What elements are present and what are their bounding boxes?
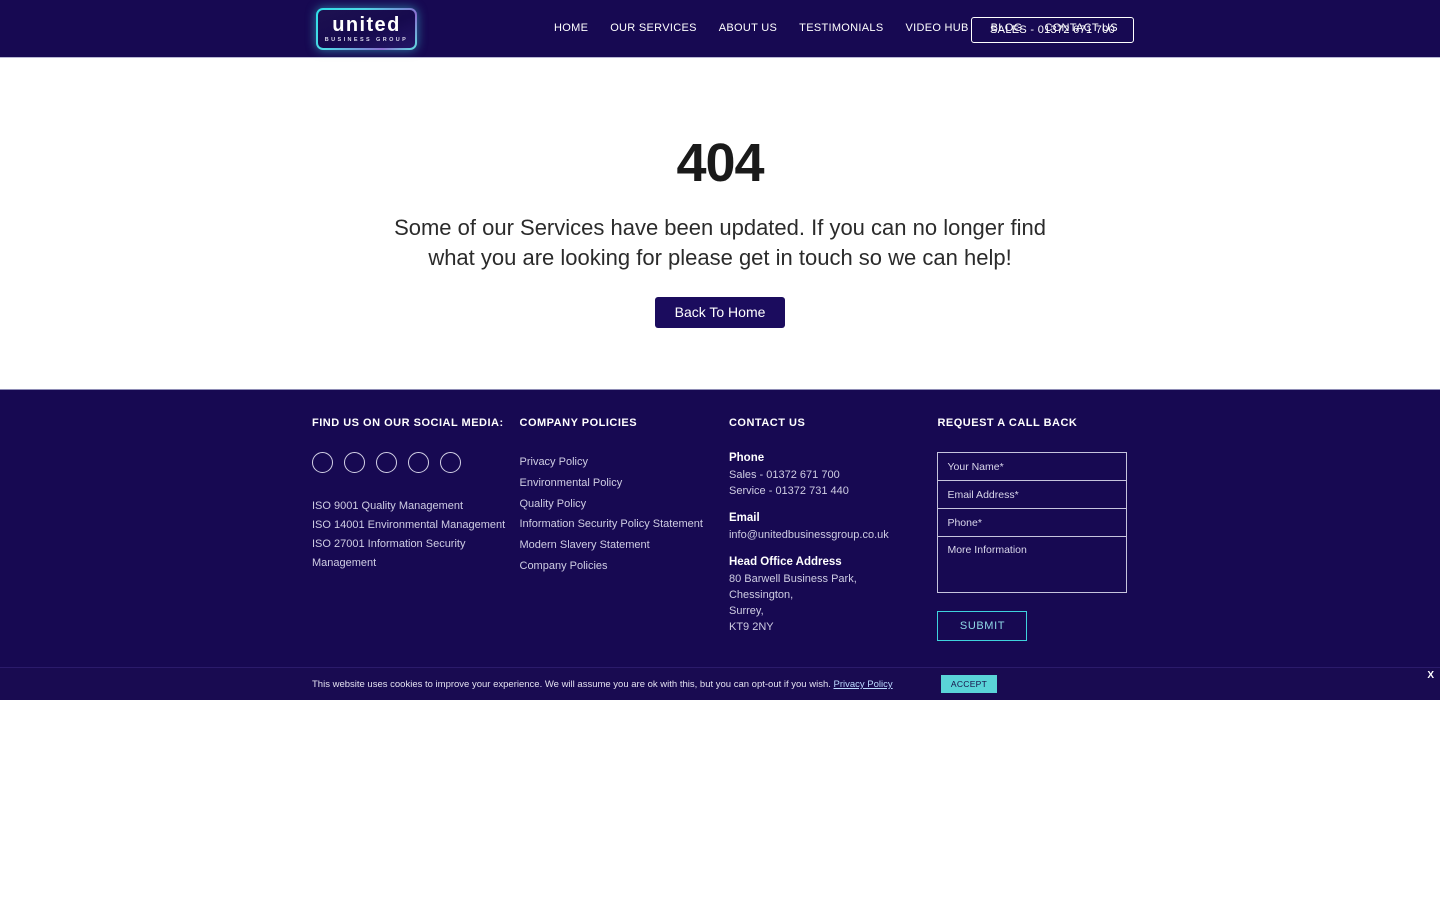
- email-address[interactable]: info@unitedbusinessgroup.co.uk: [729, 527, 937, 543]
- twitter-icon[interactable]: [344, 452, 365, 473]
- phone-label: Phone: [728, 452, 765, 464]
- instagram-icon[interactable]: [408, 452, 429, 473]
- policy-link-modern-slavery[interactable]: Modern Slavery Statement: [520, 535, 729, 556]
- logo-wordmark: united: [332, 13, 401, 36]
- footer-column-policies: COMPANY POLICIES Privacy Policy Environm…: [520, 417, 729, 641]
- cookie-accept-button[interactable]: ACCEPT: [941, 675, 997, 693]
- youtube-icon[interactable]: [440, 452, 461, 473]
- error-message-line1: Some of our Services have been updated. …: [394, 215, 1046, 241]
- more-information-field[interactable]: [937, 536, 1128, 593]
- cookie-message: This website uses cookies to improve you…: [312, 679, 893, 691]
- linkedin-icon[interactable]: [376, 452, 397, 473]
- policy-link-environmental[interactable]: Environmental Policy: [520, 473, 729, 494]
- facebook-icon[interactable]: [312, 452, 333, 473]
- footer-columns: FIND US ON OUR SOCIAL MEDIA: ISO 9001 Qu…: [312, 417, 1132, 641]
- footer-column-callback: REQUEST A CALL BACK SUBMIT: [937, 417, 1132, 641]
- cookie-privacy-policy-link[interactable]: Privacy Policy: [834, 679, 893, 690]
- email-field[interactable]: [937, 480, 1128, 509]
- iso-certification-list: ISO 9001 Quality Management ISO 14001 En…: [312, 497, 520, 573]
- iso-item-14001: ISO 14001 Environmental Management: [312, 519, 506, 531]
- close-icon[interactable]: X: [1427, 670, 1434, 681]
- address-line-2: Chessington,: [728, 589, 794, 601]
- email-label: Email: [728, 512, 760, 524]
- logo-tagline: BUSINESS GROUP: [324, 36, 409, 43]
- cookie-message-text: This website uses cookies to improve you…: [312, 679, 831, 690]
- error-message: Some of our Services have been updated. …: [0, 213, 1440, 272]
- phone-sales[interactable]: Sales - 01372 671 700: [729, 467, 937, 483]
- back-to-home-button[interactable]: Back To Home: [654, 296, 786, 328]
- cookie-banner: This website uses cookies to improve you…: [0, 667, 1440, 700]
- address-line-3: Surrey,: [728, 605, 764, 617]
- policy-link-infosec-statement[interactable]: Information Security Policy Statement: [520, 514, 729, 535]
- page-root: united BUSINESS GROUP HOME OUR SERVICES …: [0, 0, 1440, 733]
- callback-title: REQUEST A CALL BACK: [937, 417, 1078, 429]
- policy-link-quality[interactable]: Quality Policy: [520, 494, 729, 515]
- error-message-line2: what you are looking for please get in t…: [428, 245, 1012, 271]
- footer-column-contact: CONTACT US Phone Sales - 01372 671 700 S…: [729, 417, 937, 641]
- nav-item-our-services[interactable]: OUR SERVICES: [599, 22, 708, 34]
- error-content: 404 Some of our Services have been updat…: [0, 58, 1440, 389]
- policy-link-company-policies[interactable]: Company Policies: [520, 556, 729, 577]
- error-code: 404: [676, 133, 764, 193]
- nav-item-testimonials[interactable]: TESTIMONIALS: [788, 22, 894, 34]
- sales-phone-button[interactable]: SALES - 01372 671 700: [971, 17, 1134, 43]
- policy-link-privacy[interactable]: Privacy Policy: [520, 452, 729, 473]
- phone-field[interactable]: [937, 508, 1128, 537]
- nav-item-video-hub[interactable]: VIDEO HUB: [894, 22, 979, 34]
- submit-button[interactable]: SUBMIT: [937, 611, 1028, 641]
- address-label: Head Office Address: [728, 556, 842, 568]
- contact-title: CONTACT US: [728, 417, 806, 429]
- address-postcode: KT9 2NY: [728, 621, 774, 633]
- name-field[interactable]: [937, 452, 1128, 481]
- social-icon-row: [312, 452, 520, 473]
- logo-inner: united BUSINESS GROUP: [318, 10, 415, 48]
- iso-item-27001: ISO 27001 Information Security Managemen…: [312, 538, 466, 569]
- policies-title: COMPANY POLICIES: [519, 417, 638, 429]
- footer-column-social: FIND US ON OUR SOCIAL MEDIA: ISO 9001 Qu…: [312, 417, 520, 641]
- site-footer: FIND US ON OUR SOCIAL MEDIA: ISO 9001 Qu…: [0, 389, 1440, 700]
- address-line-1: 80 Barwell Business Park,: [728, 573, 857, 585]
- nav-item-about-us[interactable]: ABOUT US: [708, 22, 788, 34]
- social-title: FIND US ON OUR SOCIAL MEDIA:: [312, 417, 504, 429]
- nav-item-home[interactable]: HOME: [543, 22, 599, 34]
- site-header: united BUSINESS GROUP HOME OUR SERVICES …: [0, 0, 1440, 58]
- iso-item-9001: ISO 9001 Quality Management: [312, 500, 464, 512]
- phone-service[interactable]: Service - 01372 731 440: [729, 483, 937, 499]
- site-logo[interactable]: united BUSINESS GROUP: [316, 8, 417, 50]
